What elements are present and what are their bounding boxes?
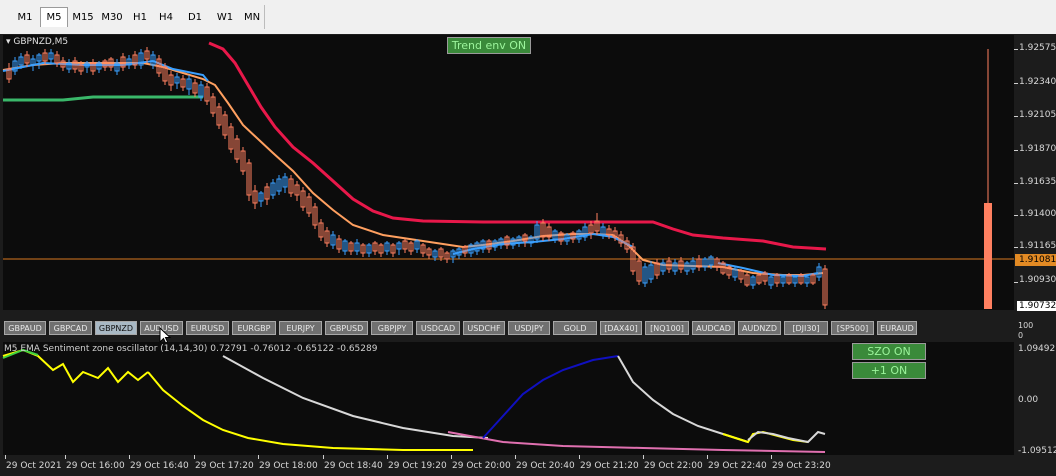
- price-low-label: 1.90732: [1017, 301, 1056, 311]
- time-tick-label: 29 Oct 21:20: [580, 461, 639, 471]
- symbol-button-gbpcad[interactable]: GBPCAD: [49, 321, 92, 335]
- symbol-button-gold[interactable]: GOLD: [553, 321, 597, 335]
- time-tick-label: 29 Oct 18:00: [259, 461, 318, 471]
- symbol-button-euraud[interactable]: EURAUD: [877, 321, 917, 335]
- price-tick-mark: [1014, 83, 1018, 84]
- toolbar-separator: [264, 5, 265, 29]
- price-tick-label: 1.91635: [1019, 177, 1056, 187]
- price-tick-mark: [1014, 282, 1018, 283]
- tf-button-mn[interactable]: MN: [240, 8, 264, 27]
- price-tick-label: 1.92340: [1019, 77, 1056, 87]
- time-tick-mark: [515, 455, 516, 459]
- price-tick-mark: [1014, 49, 1018, 50]
- symbol-text: GBPNZD,M5: [13, 37, 69, 47]
- symbol-button-sp500[interactable]: [SP500]: [831, 321, 874, 335]
- time-tick-mark: [387, 455, 388, 459]
- oscillator-line-yellow: [147, 371, 473, 451]
- trend-env-badge[interactable]: Trend env ON: [447, 37, 531, 54]
- time-tick-mark: [579, 455, 580, 459]
- time-tick-label: 29 Oct 16:00: [66, 461, 125, 471]
- tf-button-m30[interactable]: M30: [99, 8, 125, 27]
- time-tick-mark: [771, 455, 772, 459]
- price-tick-mark: [1014, 116, 1018, 117]
- price-tick-label: 1.92105: [1019, 110, 1056, 120]
- symbol-button-usdchf[interactable]: USDCHF: [463, 321, 505, 335]
- time-tick-mark: [707, 455, 708, 459]
- time-tick-mark: [194, 455, 195, 459]
- oscillator-line-grey: [617, 355, 749, 443]
- price-tick-mark: [1014, 150, 1018, 151]
- tf-button-m5[interactable]: M5: [40, 7, 68, 27]
- time-tick-mark: [129, 455, 130, 459]
- tf-button-d1[interactable]: D1: [184, 8, 206, 27]
- scale-gap-bottom-label: 0: [1018, 331, 1024, 340]
- time-tick-mark: [451, 455, 452, 459]
- lower-envelope-line: [3, 95, 203, 102]
- symbol-button-dji30[interactable]: [DJI30]: [784, 321, 828, 335]
- symbol-button-nq100[interactable]: [NQ100]: [645, 321, 689, 335]
- price-tick-label: 1.91165: [1019, 241, 1056, 251]
- symbol-label: ▾ GBPNZD,M5: [6, 37, 69, 47]
- symbol-button-usdcad[interactable]: USDCAD: [416, 321, 460, 335]
- time-tick-mark: [5, 455, 6, 459]
- price-tick-label: 1.90930: [1019, 275, 1056, 285]
- osc-tick-label: 1.09492: [1018, 344, 1056, 354]
- time-tick-label: 29 Oct 18:40: [324, 461, 383, 471]
- time-tick-label: 29 Oct 20:00: [452, 461, 511, 471]
- symbol-button-dax40[interactable]: [DAX40]: [600, 321, 642, 335]
- time-tick-label: 29 Oct 19:20: [388, 461, 447, 471]
- osc-tick-label: 0.00: [1018, 395, 1039, 405]
- oscillator-label: M5 EMA Sentiment zone oscillator (14,14,…: [4, 344, 378, 354]
- upper-envelope-line: [208, 41, 827, 251]
- plus-one-badge[interactable]: +1 ON: [852, 362, 926, 379]
- symbol-button-gbpusd[interactable]: GBPUSD: [325, 321, 368, 335]
- time-tick-label: 29 Oct 16:40: [130, 461, 189, 471]
- tf-button-m15[interactable]: M15: [70, 8, 96, 27]
- oscillator-line-pink: [447, 431, 826, 453]
- price-tick-label: 1.92575: [1019, 43, 1056, 53]
- symbol-button-eurjpy[interactable]: EURJPY: [279, 321, 322, 335]
- time-tick-mark: [643, 455, 644, 459]
- price-chart-svg: [2, 41, 1014, 309]
- symbol-button-usdjpy[interactable]: USDJPY: [508, 321, 550, 335]
- price-tick-label: 1.91870: [1019, 144, 1056, 154]
- oscillator-line-blue: [482, 355, 619, 439]
- symbol-button-audcad[interactable]: AUDCAD: [692, 321, 735, 335]
- time-axis: 29 Oct 2021 29 Oct 16:00 29 Oct 16:40 29 Oc…: [0, 455, 1056, 476]
- price-tick-mark: [1014, 247, 1018, 248]
- tf-button-m1[interactable]: M1: [14, 8, 36, 27]
- oscillator-line-yellow: [2, 348, 149, 384]
- tf-button-h1[interactable]: H1: [130, 8, 150, 27]
- symbol-button-gbpjpy[interactable]: GBPJPY: [371, 321, 413, 335]
- timeframe-toolbar: M1 M5 M15 M30 H1 H4 D1 W1 MN: [0, 0, 1056, 35]
- time-tick-label: 29 Oct 22:00: [644, 461, 703, 471]
- time-tick-label: 29 Oct 2021: [6, 461, 62, 471]
- price-scale: 1.92575 1.92340 1.92105 1.91870 1.91635 …: [1014, 35, 1056, 311]
- symbol-button-eurgbp[interactable]: EURGBP: [232, 321, 276, 335]
- time-tick-mark: [258, 455, 259, 459]
- symbol-button-audnzd[interactable]: AUDNZD: [738, 321, 781, 335]
- tf-button-w1[interactable]: W1: [214, 8, 236, 27]
- symbol-button-eurusd[interactable]: EURUSD: [186, 321, 229, 335]
- oscillator-line-grey: [222, 355, 489, 439]
- time-tick-mark: [323, 455, 324, 459]
- price-tick-mark: [1014, 215, 1018, 216]
- symbol-button-gbpaud[interactable]: GBPAUD: [4, 321, 46, 335]
- symbol-button-gbpnzd[interactable]: GBPNZD: [95, 321, 137, 335]
- current-price-label: 1.91081: [1015, 254, 1056, 266]
- price-tick-label: 1.91400: [1019, 209, 1056, 219]
- time-tick-label: 29 Oct 20:40: [516, 461, 575, 471]
- szo-on-badge[interactable]: SZO ON: [852, 343, 926, 360]
- price-tick-mark: [1014, 183, 1018, 184]
- time-tick-label: 29 Oct 23:20: [772, 461, 831, 471]
- scale-gap-top-label: 100: [1018, 321, 1034, 330]
- time-tick-label: 29 Oct 22:40: [708, 461, 767, 471]
- spread-bar: [984, 203, 992, 309]
- time-tick-mark: [65, 455, 66, 459]
- time-tick-label: 29 Oct 17:20: [195, 461, 254, 471]
- tf-button-h4[interactable]: H4: [156, 8, 176, 27]
